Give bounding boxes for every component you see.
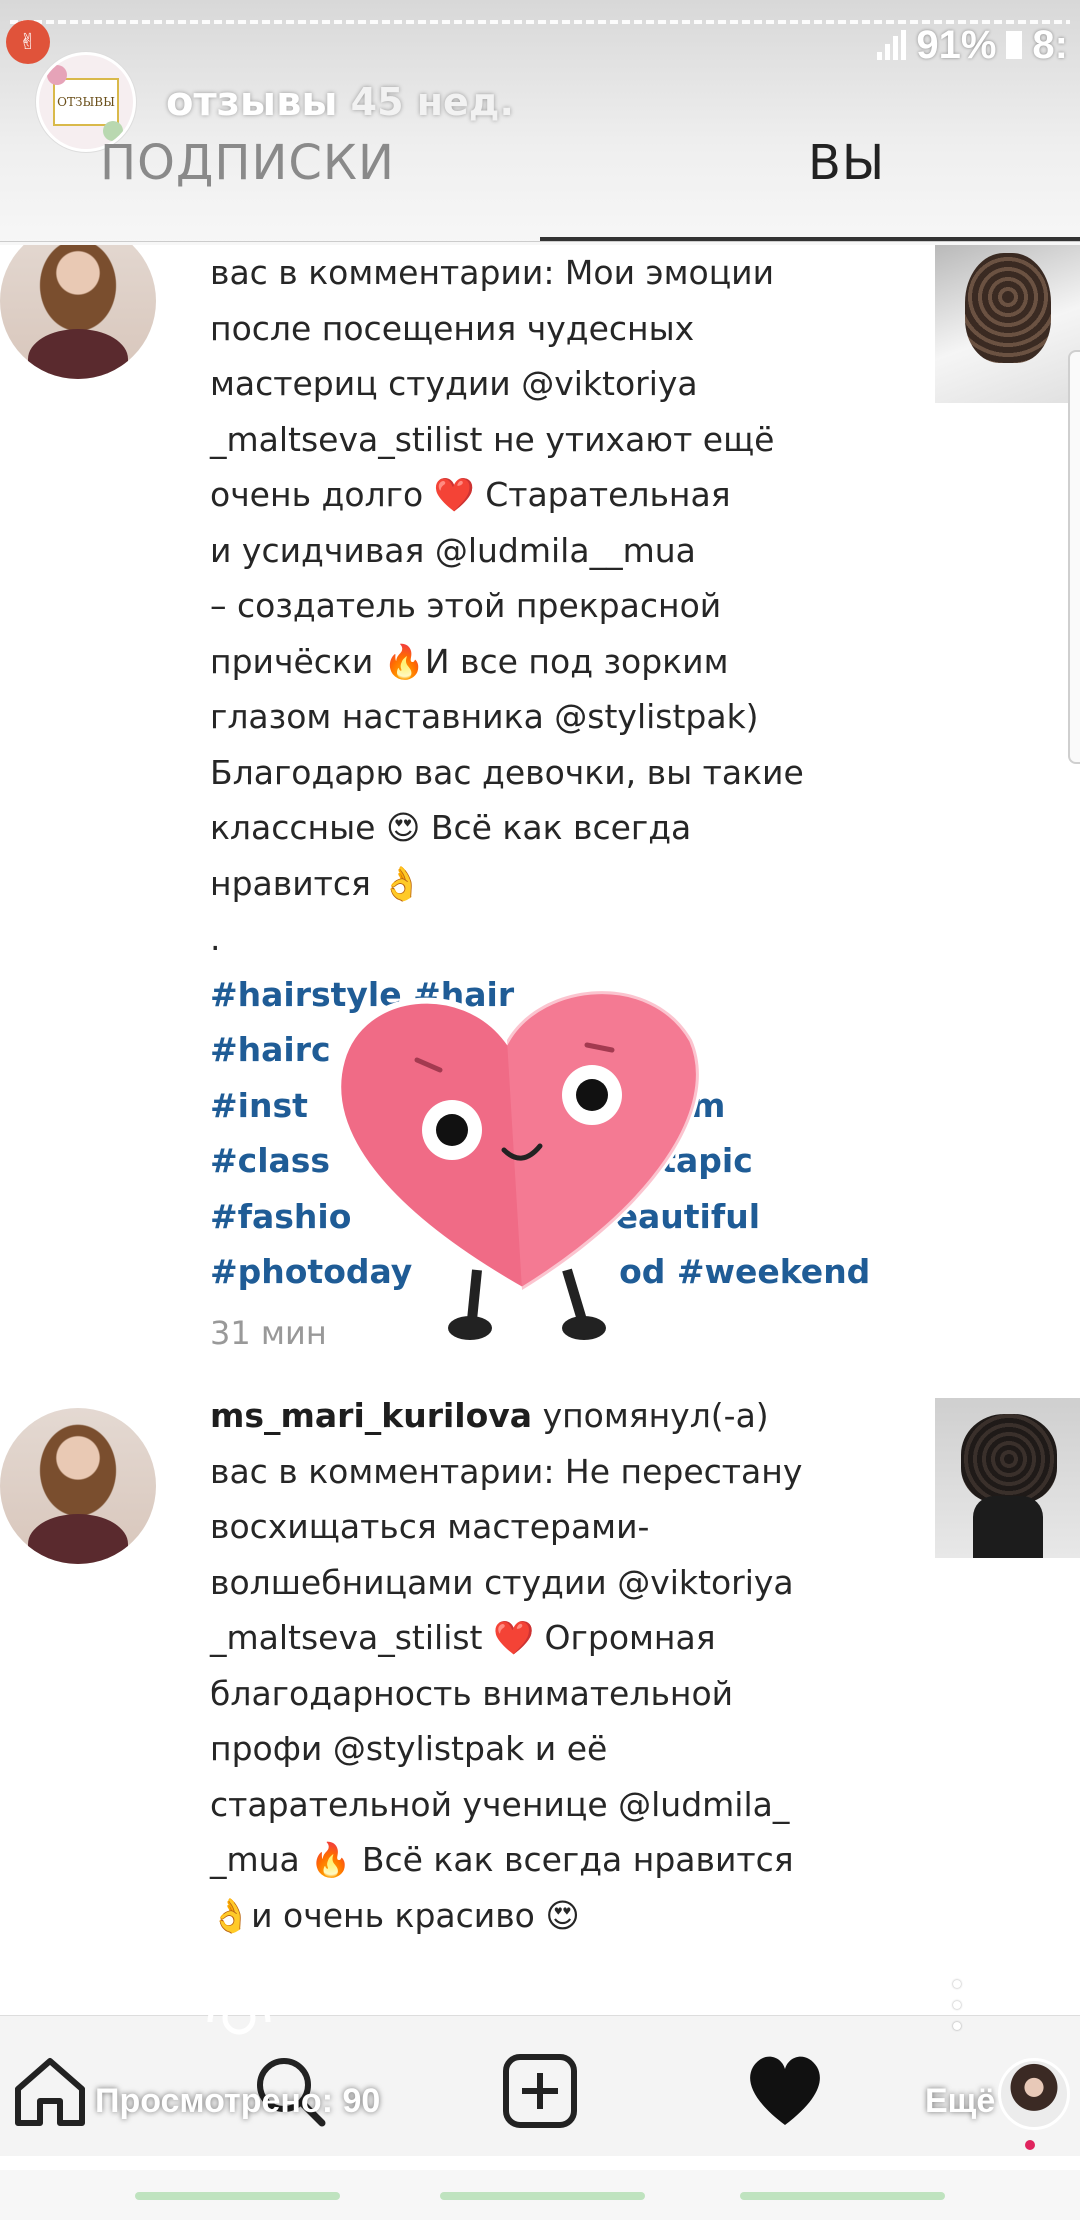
comment-line: глазом наставника @stylistpak) (210, 697, 759, 736)
tab-you[interactable]: ВЫ (808, 135, 885, 191)
home-icon[interactable] (5, 2046, 95, 2136)
comment-line: вас в комментарии: Мои эмоции (210, 253, 775, 292)
comment-line: мастериц студии @viktoriya (210, 364, 698, 403)
profile-avatar[interactable] (998, 2058, 1070, 2130)
views-count[interactable]: Просмотрено: 90 (95, 2082, 380, 2121)
scroll-indicator[interactable] (1068, 350, 1080, 764)
comment-line: волшебницами студии @viktoriya (210, 1562, 794, 1602)
comment-line: Благодарю вас девочки, вы такие (210, 752, 804, 792)
add-post-icon[interactable] (495, 2046, 585, 2136)
post-thumbnail[interactable] (935, 245, 1080, 403)
comment-line: после посещения чудесных (210, 308, 695, 348)
story-avatar-label: ОТЗЫВЫ (53, 78, 119, 126)
comment-line: упомянул(-а) (542, 1396, 769, 1435)
signal-icon (877, 30, 907, 60)
status-bar: 91% 8: (877, 20, 1080, 70)
battery-icon (1006, 31, 1023, 59)
heart-sticker[interactable] (322, 970, 722, 1350)
more-options-icon[interactable] (950, 1980, 964, 2030)
story-age: 45 нед. (350, 80, 514, 124)
comment-line: 👌и очень красиво 😍 (210, 1895, 580, 1935)
comment-line: . (210, 919, 221, 958)
comment-line: _maltseva_stilist ❤️ Огромная (210, 1618, 716, 1657)
comment-line: вас в комментарии: Не перестану (210, 1451, 803, 1491)
tab-selected-indicator (540, 237, 1080, 241)
comment-line: – создатель этой прекрасной (210, 586, 722, 625)
notification-text: ms_mari_kurilova упомянул(-а) вас в комм… (210, 1388, 910, 1943)
system-navigation-bar (0, 2170, 1080, 2220)
tab-divider (0, 241, 1080, 242)
comment-line: причёски 🔥И все под зорким (210, 641, 729, 681)
comment-line: _maltseva_stilist не утихают ещё (210, 419, 775, 459)
comment-line: нравится 👌 (210, 863, 423, 903)
more-button[interactable]: Ещё (925, 2082, 995, 2121)
heart-icon[interactable] (740, 2046, 830, 2136)
comment-line: благодарность внимательной (210, 1673, 734, 1713)
battery-level: 91% (916, 22, 997, 67)
notification-dot (1025, 2140, 1035, 2150)
comment-line: и усидчивая @ludmila__mua (210, 530, 696, 570)
activity-tabs: ПОДПИСКИ ВЫ (0, 125, 1080, 243)
avatar[interactable] (0, 245, 156, 379)
flower-decoration (47, 65, 67, 85)
comment-line: _mua 🔥 Всё как всегда нравится (210, 1840, 794, 1879)
avatar[interactable] (0, 1408, 156, 1564)
comment-line: профи @stylistpak и её (210, 1729, 608, 1768)
post-thumbnail[interactable] (935, 1398, 1080, 1558)
comment-line: восхищаться мастерами- (210, 1507, 650, 1546)
clock: 8: (1032, 22, 1068, 67)
comment-line: старательной ученице @ludmila_ (210, 1784, 790, 1824)
viewers-icon[interactable] (204, 1982, 274, 2038)
comment-line: очень долго ❤️ Старательная (210, 475, 731, 514)
story-account-name[interactable]: отзывы (166, 79, 338, 125)
tab-following[interactable]: ПОДПИСКИ (100, 135, 395, 191)
username[interactable]: ms_mari_kurilova (210, 1396, 532, 1435)
comment-line: классные 😍 Всё как всегда (210, 808, 692, 847)
